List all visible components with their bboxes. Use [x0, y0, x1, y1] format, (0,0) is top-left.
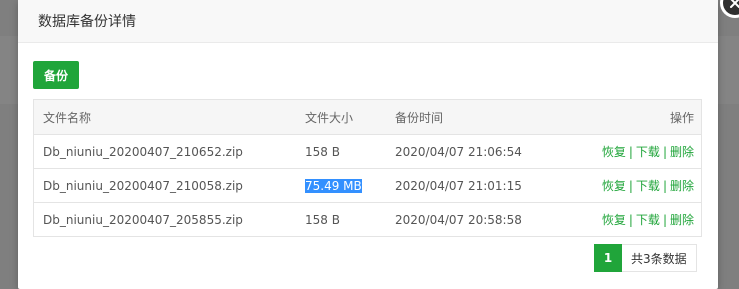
operations-cell: 恢复 | 下载 | 删除: [595, 168, 701, 203]
separator: |: [662, 213, 667, 227]
backup-table: 文件名称 文件大小 备份时间 操作 Db_niuniu_20200407_210…: [33, 99, 702, 237]
backup-details-dialog: 数据库备份详情 备份 文件名称 文件大小 备份时间 操作 Db_niuniu_2…: [18, 0, 739, 289]
header-backup-time: 备份时间: [395, 100, 595, 135]
separator: |: [628, 179, 633, 193]
download-link[interactable]: 下载: [636, 179, 660, 193]
restore-link[interactable]: 恢复: [602, 213, 626, 227]
close-icon: [723, 0, 739, 15]
backup-time-cell: 2020/04/07 21:06:54: [395, 134, 595, 169]
separator: |: [662, 179, 667, 193]
pagination: 1 共3条数据: [594, 244, 697, 272]
operations-cell: 恢复 | 下载 | 删除: [595, 203, 701, 237]
table-row: Db_niuniu_20200407_210652.zip 158 B 2020…: [34, 134, 701, 169]
separator: |: [628, 145, 633, 159]
restore-link[interactable]: 恢复: [602, 145, 626, 159]
dialog-title: 数据库备份详情: [38, 14, 136, 30]
delete-link[interactable]: 删除: [670, 179, 694, 193]
page-current[interactable]: 1: [594, 244, 622, 272]
restore-link[interactable]: 恢复: [602, 179, 626, 193]
download-link[interactable]: 下载: [636, 145, 660, 159]
backup-time-cell: 2020/04/07 20:58:58: [395, 212, 522, 227]
selected-text[interactable]: 75.49 MB: [305, 178, 362, 193]
backup-time-cell: 2020/04/07 21:01:15: [395, 168, 595, 203]
header-file-name: 文件名称: [34, 100, 305, 135]
file-name-cell: Db_niuniu_20200407_210058.zip: [34, 168, 305, 203]
backup-button[interactable]: 备份: [33, 61, 79, 89]
table-row: Db_niuniu_20200407_210058.zip 75.49 MB 2…: [34, 168, 701, 203]
table-row: Db_niuniu_20200407_205855.zip 158 B 2020…: [34, 203, 701, 237]
file-size-cell: 75.49 MB: [305, 168, 395, 203]
separator: |: [662, 145, 667, 159]
delete-link[interactable]: 删除: [670, 213, 694, 227]
delete-link[interactable]: 删除: [670, 145, 694, 159]
separator: |: [628, 213, 633, 227]
table-header-row: 文件名称 文件大小 备份时间 操作: [34, 100, 701, 135]
file-name-cell: Db_niuniu_20200407_210652.zip: [34, 134, 305, 169]
header-file-size: 文件大小: [305, 100, 395, 135]
download-link[interactable]: 下载: [636, 213, 660, 227]
file-size-cell: 158 B: [305, 212, 340, 227]
dialog-header: 数据库备份详情: [18, 0, 718, 43]
page-total-count: 共3条数据: [622, 244, 697, 272]
file-size-cell: 158 B: [305, 134, 395, 169]
header-operations: 操作: [595, 100, 701, 135]
operations-cell: 恢复 | 下载 | 删除: [595, 134, 701, 169]
file-name-cell: Db_niuniu_20200407_205855.zip: [43, 212, 243, 227]
